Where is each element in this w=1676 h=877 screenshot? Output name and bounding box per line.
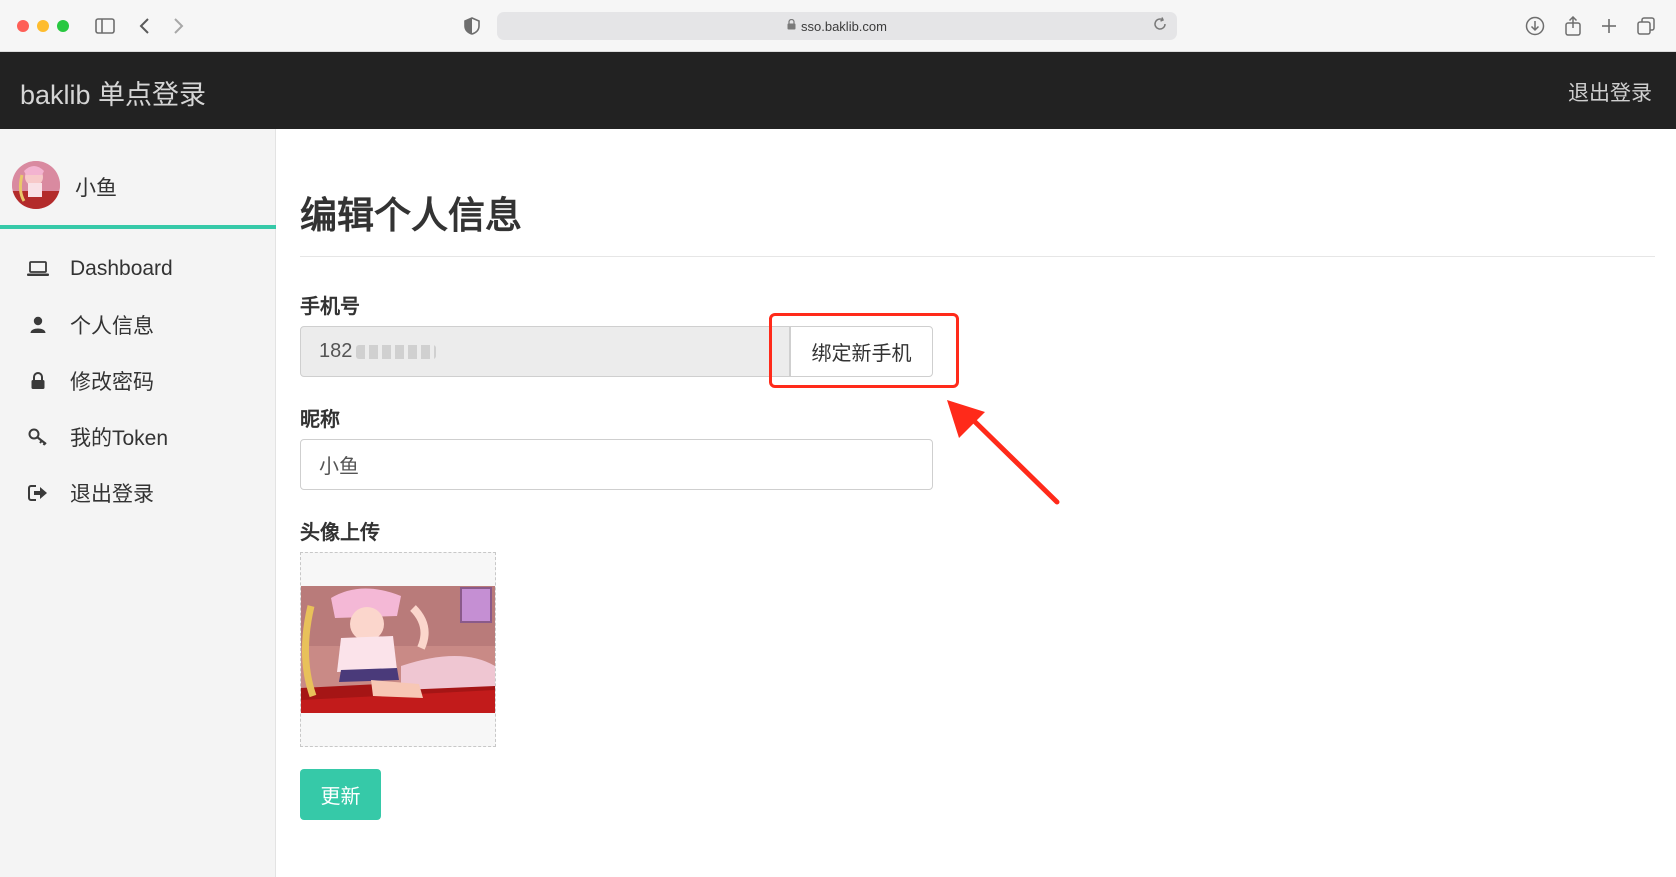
sidebar-item-label: 修改密码 — [70, 371, 154, 394]
annotation-arrow-icon — [947, 400, 1060, 505]
share-icon[interactable] — [1560, 13, 1586, 39]
url-text: sso.baklib.com — [801, 18, 887, 34]
update-button[interactable]: 更新 — [300, 769, 381, 820]
address-bar[interactable]: sso.baklib.com — [497, 12, 1177, 40]
sidebar-item-label: 退出登录 — [70, 483, 154, 506]
close-window-button[interactable] — [17, 20, 29, 32]
sidebar-item-label: Dashboard — [70, 257, 173, 280]
forward-icon[interactable] — [166, 13, 192, 39]
tabs-overview-icon[interactable] — [1633, 13, 1659, 39]
annotation-highlight-box — [769, 313, 959, 388]
avatar-preview-image — [301, 586, 495, 713]
back-icon[interactable] — [131, 13, 157, 39]
user-profile-summary: 小鱼 — [0, 129, 276, 229]
new-tab-icon[interactable] — [1596, 13, 1622, 39]
sign-out-icon — [26, 481, 50, 505]
privacy-shield-icon[interactable] — [459, 13, 485, 39]
nickname-label: 昵称 — [300, 409, 340, 431]
header-logout-link[interactable]: 退出登录 — [1568, 77, 1652, 107]
phone-label: 手机号 — [300, 296, 360, 318]
lock-icon — [787, 18, 796, 33]
avatar — [12, 161, 60, 209]
sidebar-toggle-icon[interactable] — [92, 13, 118, 39]
user-icon — [26, 313, 50, 337]
sidebar-item-dashboard[interactable]: Dashboard — [0, 241, 276, 297]
maximize-window-button[interactable] — [57, 20, 69, 32]
avatar-upload-label: 头像上传 — [300, 522, 380, 544]
phone-value: 182 — [319, 340, 353, 362]
app-header: baklib 单点登录 退出登录 — [0, 52, 1676, 129]
divider — [300, 256, 1655, 257]
sidebar: 小鱼 Dashboard 个人信息 修改密码 我的Token 退出登录 — [0, 129, 276, 877]
user-name: 小鱼 — [75, 177, 117, 200]
minimize-window-button[interactable] — [37, 20, 49, 32]
reload-icon[interactable] — [1153, 17, 1167, 34]
browser-toolbar: sso.baklib.com — [0, 0, 1676, 52]
nickname-input[interactable] — [300, 439, 933, 490]
sidebar-item-label: 我的Token — [70, 427, 169, 450]
laptop-icon — [26, 257, 50, 281]
sidebar-item-my-token[interactable]: 我的Token — [0, 409, 276, 465]
avatar-upload-area[interactable] — [300, 552, 496, 747]
sidebar-item-label: 个人信息 — [70, 315, 154, 338]
brand-title[interactable]: baklib 单点登录 — [20, 73, 206, 112]
phone-masked-digits — [356, 344, 437, 359]
sidebar-item-change-password[interactable]: 修改密码 — [0, 353, 276, 409]
lock-icon — [26, 369, 50, 393]
sidebar-item-logout[interactable]: 退出登录 — [0, 465, 276, 521]
page-title: 编辑个人信息 — [300, 195, 522, 236]
key-icon — [26, 425, 50, 449]
phone-field: 182 — [300, 326, 790, 377]
sidebar-item-profile[interactable]: 个人信息 — [0, 297, 276, 353]
download-icon[interactable] — [1522, 13, 1548, 39]
